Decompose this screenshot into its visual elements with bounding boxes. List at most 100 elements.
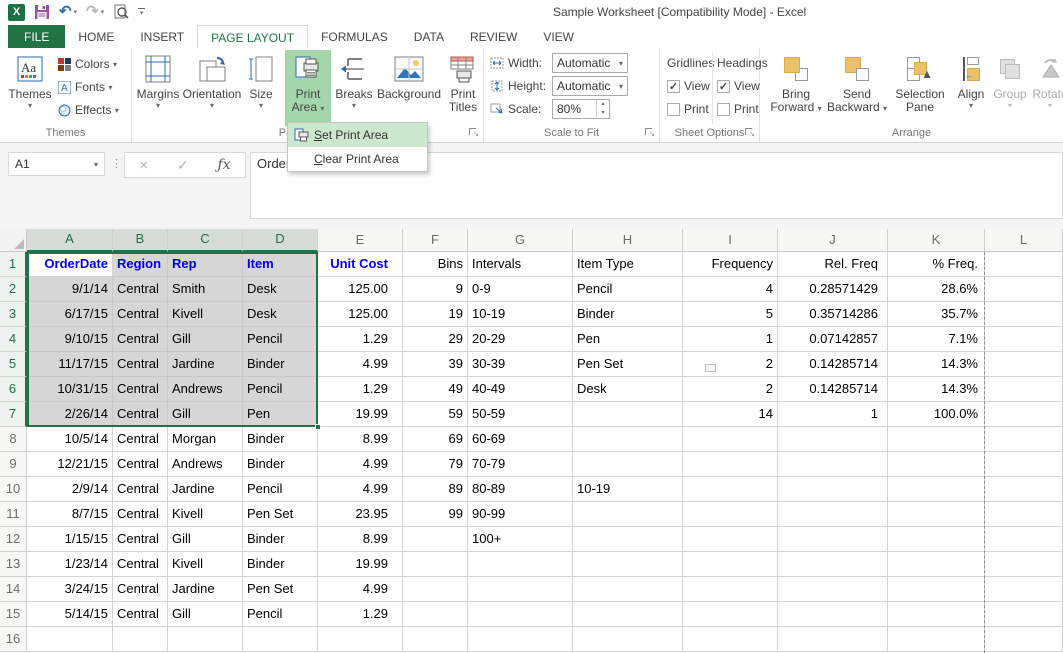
cell-F5[interactable]: 39 (403, 352, 468, 377)
cell-L10[interactable] (985, 477, 1063, 502)
cell-C6[interactable]: Andrews (168, 377, 243, 402)
cell-F15[interactable] (403, 602, 468, 627)
cell-B14[interactable]: Central (113, 577, 168, 602)
cell-H11[interactable] (573, 502, 683, 527)
row-header-16[interactable]: 16 (0, 627, 27, 652)
cell-I13[interactable] (683, 552, 778, 577)
cell-C15[interactable]: Gill (168, 602, 243, 627)
cell-L6[interactable] (985, 377, 1063, 402)
row-header-11[interactable]: 11 (0, 502, 27, 527)
cell-I9[interactable] (683, 452, 778, 477)
cell-A7[interactable]: 2/26/14 (27, 402, 113, 427)
row-header-13[interactable]: 13 (0, 552, 27, 577)
cell-L7[interactable] (985, 402, 1063, 427)
cell-I5[interactable]: 2 (683, 352, 778, 377)
cell-C13[interactable]: Kivell (168, 552, 243, 577)
cell-I14[interactable] (683, 577, 778, 602)
cancel-icon[interactable]: × (139, 157, 148, 174)
cell-L11[interactable] (985, 502, 1063, 527)
cell-G10[interactable]: 80-89 (468, 477, 573, 502)
cell-B3[interactable]: Central (113, 302, 168, 327)
cell-K1[interactable]: % Freq. (888, 252, 985, 277)
cell-D5[interactable]: Binder (243, 352, 318, 377)
print-preview-button[interactable] (113, 3, 129, 21)
cell-G9[interactable]: 70-79 (468, 452, 573, 477)
row-header-6[interactable]: 6 (0, 377, 27, 402)
column-header-E[interactable]: E (318, 229, 403, 252)
cell-F6[interactable]: 49 (403, 377, 468, 402)
tab-data[interactable]: DATA (401, 25, 457, 48)
cell-I6[interactable]: 2 (683, 377, 778, 402)
cell-K16[interactable] (888, 627, 985, 652)
tab-page-layout[interactable]: PAGE LAYOUT (197, 25, 308, 48)
cell-K6[interactable]: 14.3% (888, 377, 985, 402)
cell-G1[interactable]: Intervals (468, 252, 573, 277)
cell-G3[interactable]: 10-19 (468, 302, 573, 327)
cell-L16[interactable] (985, 627, 1063, 652)
page-setup-dialog-launcher[interactable] (468, 127, 479, 138)
cell-D11[interactable]: Pen Set (243, 502, 318, 527)
gridlines-view-checkbox[interactable]: View (667, 76, 710, 96)
cell-D2[interactable]: Desk (243, 277, 318, 302)
cell-K15[interactable] (888, 602, 985, 627)
tab-view[interactable]: VIEW (530, 25, 587, 48)
cell-B10[interactable]: Central (113, 477, 168, 502)
cell-D10[interactable]: Pencil (243, 477, 318, 502)
cell-L15[interactable] (985, 602, 1063, 627)
column-header-B[interactable]: B (113, 229, 168, 252)
cell-F13[interactable] (403, 552, 468, 577)
cell-E5[interactable]: 4.99 (318, 352, 403, 377)
cell-C16[interactable] (168, 627, 243, 652)
redo-button[interactable]: ↷ ▾ (86, 3, 104, 21)
enter-icon[interactable]: ✓ (177, 157, 189, 174)
cell-H5[interactable]: Pen Set (573, 352, 683, 377)
cell-K7[interactable]: 100.0% (888, 402, 985, 427)
name-box[interactable]: A1 ▾ (8, 152, 105, 176)
tab-home[interactable]: HOME (65, 25, 127, 48)
cell-H1[interactable]: Item Type (573, 252, 683, 277)
cell-D8[interactable]: Binder (243, 427, 318, 452)
cell-A6[interactable]: 10/31/15 (27, 377, 113, 402)
save-button[interactable] (34, 3, 50, 21)
cell-E12[interactable]: 8.99 (318, 527, 403, 552)
cell-F2[interactable]: 9 (403, 277, 468, 302)
cell-E1[interactable]: Unit Cost (318, 252, 403, 277)
cell-D1[interactable]: Item (243, 252, 318, 277)
cell-J9[interactable] (778, 452, 888, 477)
cell-H4[interactable]: Pen (573, 327, 683, 352)
cell-L14[interactable] (985, 577, 1063, 602)
cell-C8[interactable]: Morgan (168, 427, 243, 452)
headings-view-checkbox[interactable]: View (717, 76, 760, 96)
cell-D6[interactable]: Pencil (243, 377, 318, 402)
cell-A3[interactable]: 6/17/15 (27, 302, 113, 327)
menu-item-set-print-area[interactable]: Set Print Area (288, 123, 427, 147)
cell-B7[interactable]: Central (113, 402, 168, 427)
scale-dialog-launcher[interactable] (644, 127, 655, 138)
cell-F3[interactable]: 19 (403, 302, 468, 327)
cell-L12[interactable] (985, 527, 1063, 552)
cell-I1[interactable]: Frequency (683, 252, 778, 277)
cell-L3[interactable] (985, 302, 1063, 327)
column-header-J[interactable]: J (778, 229, 888, 252)
cell-B8[interactable]: Central (113, 427, 168, 452)
menu-item-clear-print-area[interactable]: Clear Print Area (288, 147, 427, 171)
cell-C4[interactable]: Gill (168, 327, 243, 352)
cell-J8[interactable] (778, 427, 888, 452)
cell-K8[interactable] (888, 427, 985, 452)
cell-I10[interactable] (683, 477, 778, 502)
row-header-5[interactable]: 5 (0, 352, 27, 377)
cell-J2[interactable]: 0.28571429 (778, 277, 888, 302)
cell-D14[interactable]: Pen Set (243, 577, 318, 602)
cell-G15[interactable] (468, 602, 573, 627)
cell-J12[interactable] (778, 527, 888, 552)
cell-J4[interactable]: 0.07142857 (778, 327, 888, 352)
cell-E13[interactable]: 19.99 (318, 552, 403, 577)
cell-I15[interactable] (683, 602, 778, 627)
cell-E6[interactable]: 1.29 (318, 377, 403, 402)
cell-H10[interactable]: 10-19 (573, 477, 683, 502)
cell-A4[interactable]: 9/10/15 (27, 327, 113, 352)
print-titles-button[interactable]: Print Titles (443, 50, 483, 126)
cell-A8[interactable]: 10/5/14 (27, 427, 113, 452)
cell-F1[interactable]: Bins (403, 252, 468, 277)
cell-D4[interactable]: Pencil (243, 327, 318, 352)
